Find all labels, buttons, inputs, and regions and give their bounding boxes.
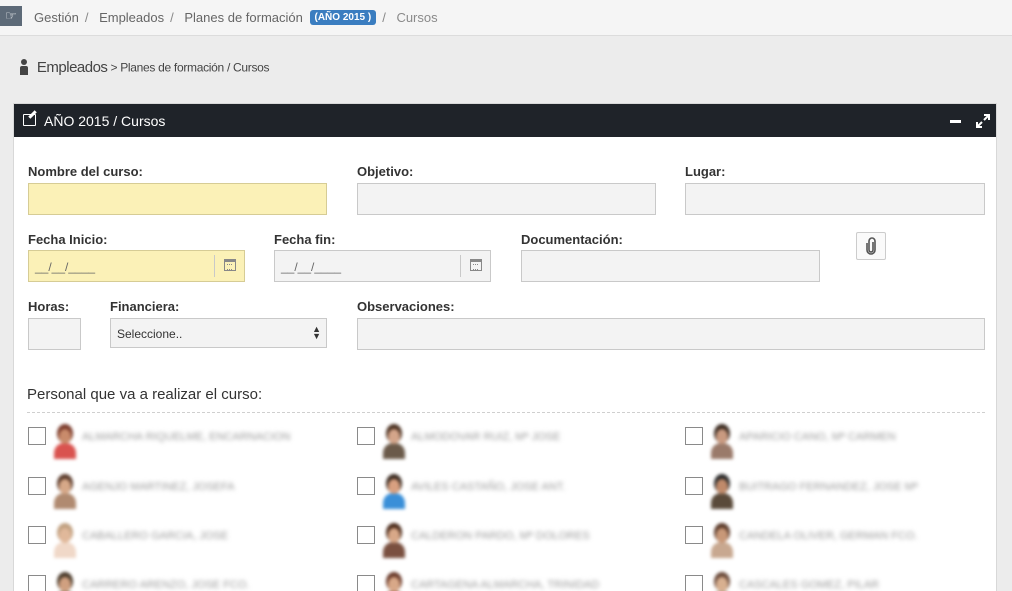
- fecha-inicio-calendar-button[interactable]: [214, 255, 244, 277]
- person-name: CARTAGENA ALMARCHA, TRINIDAD: [411, 579, 600, 591]
- avatar: [709, 526, 735, 558]
- person-name: CABALLERO GARCIA, JOSE: [82, 530, 229, 542]
- person-list-item[interactable]: CANDELA OLIVER, GERMAN FCO.: [685, 526, 985, 566]
- divider: [27, 412, 985, 413]
- person-name: AVILES CASTAÑO, JOSE ANT.: [411, 481, 566, 493]
- fecha-inicio-value: __/__/____: [35, 260, 96, 274]
- avatar: [381, 427, 407, 459]
- documentacion-input[interactable]: [521, 250, 820, 282]
- top-breadcrumb-bar: ☞ Gestión / Empleados / Planes de formació…: [0, 0, 1012, 36]
- fecha-inicio-field[interactable]: __/__/____: [28, 250, 245, 282]
- panel-header: AÑO 2015 / Cursos: [14, 104, 996, 137]
- page-header: Empleados > Planes de formación / Cursos: [18, 58, 270, 76]
- avatar: [381, 477, 407, 509]
- person-list-item[interactable]: AVILES CASTAÑO, JOSE ANT.: [357, 477, 657, 517]
- person-list-item[interactable]: AGENJO MARTINEZ, JOSEFA: [28, 477, 328, 517]
- avatar: [381, 526, 407, 558]
- avatar: [709, 477, 735, 509]
- person-checkbox[interactable]: [28, 526, 46, 544]
- panel-title: AÑO 2015 / Cursos: [44, 113, 166, 129]
- page-path: Planes de formación / Cursos: [120, 60, 270, 75]
- person-name: BUITRAGO FERNANDEZ, JOSE Mª: [739, 481, 918, 493]
- objetivo-input[interactable]: [357, 183, 656, 215]
- person-checkbox[interactable]: [685, 526, 703, 544]
- back-hand-icon[interactable]: ☞: [0, 6, 22, 26]
- observaciones-label: Observaciones:: [357, 299, 455, 314]
- paperclip-icon: [866, 237, 876, 255]
- person-name: CARRERO ARENZO, JOSE FCO.: [82, 579, 250, 591]
- breadcrumb-current: Cursos: [396, 10, 438, 26]
- calendar-icon: [470, 259, 482, 271]
- person-checkbox[interactable]: [28, 575, 46, 591]
- objetivo-label: Objetivo:: [357, 164, 414, 179]
- breadcrumb-gestion[interactable]: Gestión: [34, 10, 79, 25]
- nombre-label: Nombre del curso:: [28, 164, 143, 179]
- avatar: [52, 526, 78, 558]
- person-checkbox[interactable]: [685, 575, 703, 591]
- financiera-selected: Seleccione..: [117, 327, 183, 341]
- person-list-item[interactable]: ALMARCHA RIQUELME, ENCARNACION: [28, 427, 328, 467]
- nombre-input[interactable]: [28, 183, 327, 215]
- person-list-item[interactable]: CASCALES GOMEZ, PILAR: [685, 575, 985, 591]
- person-checkbox[interactable]: [357, 526, 375, 544]
- person-checkbox[interactable]: [357, 427, 375, 445]
- sort-arrows-icon: ▲ ▼: [312, 324, 321, 341]
- avatar: [52, 427, 78, 459]
- financiera-label: Financiera:: [110, 299, 180, 314]
- personal-section-title: Personal que va a realizar el curso:: [27, 386, 263, 403]
- person-name: AGENJO MARTINEZ, JOSEFA: [82, 481, 235, 493]
- horas-label: Horas:: [28, 299, 70, 314]
- person-name: APARICIO CANO, Mª CARMEN: [739, 431, 896, 443]
- person-list-item[interactable]: APARICIO CANO, Mª CARMEN: [685, 427, 985, 467]
- page-section: Empleados: [36, 58, 108, 76]
- person-checkbox[interactable]: [685, 477, 703, 495]
- observaciones-input[interactable]: [357, 318, 985, 350]
- person-name: ALMODOVAR RUIZ, Mª JOSE: [411, 431, 561, 443]
- lugar-input[interactable]: [685, 183, 985, 215]
- minimize-icon[interactable]: [950, 120, 961, 123]
- avatar: [709, 427, 735, 459]
- breadcrumb-empleados[interactable]: Empleados: [99, 10, 164, 25]
- person-checkbox[interactable]: [357, 477, 375, 495]
- avatar: [709, 575, 735, 591]
- person-list-item[interactable]: BUITRAGO FERNANDEZ, JOSE Mª: [685, 477, 985, 517]
- person-checkbox[interactable]: [28, 427, 46, 445]
- person-list-item[interactable]: ALMODOVAR RUIZ, Mª JOSE: [357, 427, 657, 467]
- person-name: CANDELA OLIVER, GERMAN FCO.: [739, 530, 918, 542]
- avatar: [52, 477, 78, 509]
- person-icon: [18, 59, 30, 76]
- horas-input[interactable]: [28, 318, 81, 350]
- person-list-item[interactable]: CARTAGENA ALMARCHA, TRINIDAD: [357, 575, 657, 591]
- person-list-item[interactable]: CABALLERO GARCIA, JOSE: [28, 526, 328, 566]
- fecha-fin-label: Fecha fin:: [274, 232, 336, 247]
- person-checkbox[interactable]: [685, 427, 703, 445]
- lugar-label: Lugar:: [685, 164, 726, 179]
- year-badge: (AÑO 2015 ): [309, 10, 377, 26]
- person-name: CALDERON PARDO, Mª DOLORES: [411, 530, 590, 542]
- person-name: CASCALES GOMEZ, PILAR: [739, 579, 879, 591]
- fecha-inicio-label: Fecha Inicio:: [28, 232, 108, 247]
- fecha-fin-field[interactable]: __/__/____: [274, 250, 491, 282]
- avatar: [381, 575, 407, 591]
- person-list-item[interactable]: CARRERO ARENZO, JOSE FCO.: [28, 575, 328, 591]
- course-panel: AÑO 2015 / Cursos Nombre del curso: Obje…: [13, 103, 997, 591]
- expand-icon[interactable]: [976, 114, 990, 128]
- breadcrumb: Gestión / Empleados / Planes de formación …: [34, 10, 438, 26]
- attach-button[interactable]: [856, 232, 886, 260]
- fecha-fin-value: __/__/____: [281, 260, 342, 274]
- avatar: [52, 575, 78, 591]
- financiera-select[interactable]: Seleccione.. ▲ ▼: [110, 318, 327, 348]
- person-list-item[interactable]: CALDERON PARDO, Mª DOLORES: [357, 526, 657, 566]
- person-checkbox[interactable]: [357, 575, 375, 591]
- edit-icon: [23, 114, 36, 126]
- fecha-fin-calendar-button[interactable]: [460, 255, 490, 277]
- documentacion-label: Documentación:: [521, 232, 623, 247]
- person-checkbox[interactable]: [28, 477, 46, 495]
- person-name: ALMARCHA RIQUELME, ENCARNACION: [82, 431, 291, 443]
- breadcrumb-planes[interactable]: Planes de formación: [184, 10, 303, 25]
- calendar-icon: [224, 259, 236, 271]
